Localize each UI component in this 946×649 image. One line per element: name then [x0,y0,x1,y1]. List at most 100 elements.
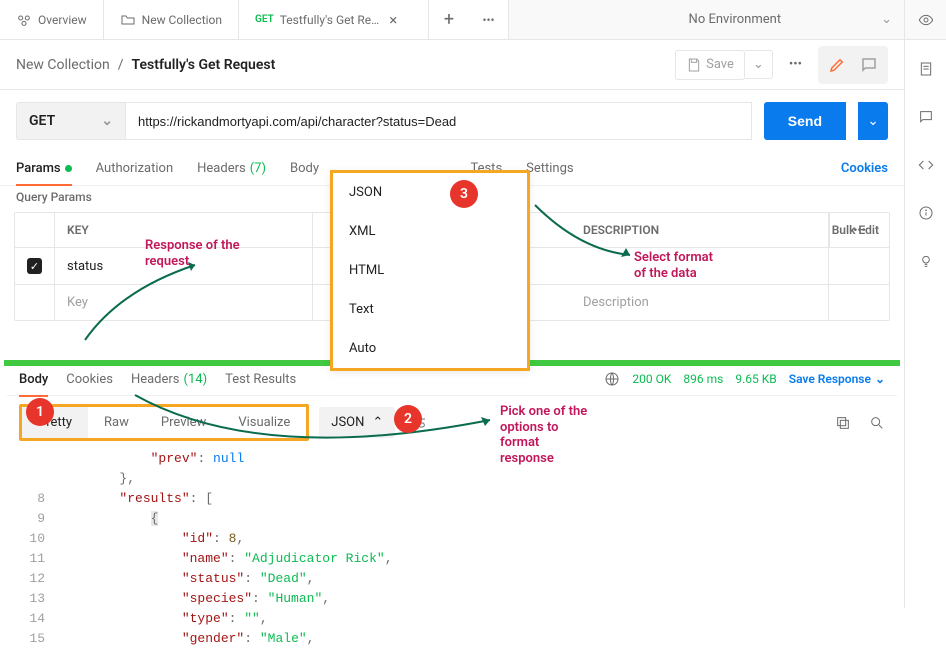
overview-icon [16,12,32,28]
tab-more-button[interactable]: ••• [469,0,509,39]
check-icon: ✓ [27,258,42,274]
pencil-icon [828,56,846,74]
dropdown-item-html[interactable]: HTML [333,251,527,290]
edit-button[interactable] [822,50,852,80]
copy-icon [835,415,851,431]
subtab-headers-label: Headers [197,161,246,176]
send-options-button[interactable]: ⌄ [858,102,888,140]
save-icon [686,57,702,73]
chevron-down-icon: ⌄ [881,12,892,27]
param-checkbox[interactable]: ✓ [15,248,55,284]
save-label: Save [706,57,734,72]
status-code: 200 OK [632,372,671,386]
format-select-label: JSON [331,415,364,430]
tab-active-title: Testfully's Get Re… [280,13,379,27]
breadcrumb: New Collection / Testfully's Get Request [16,57,275,73]
tab-new-collection-label: New Collection [142,13,222,27]
folder-icon [120,12,136,28]
environment-label: No Environment [689,12,782,27]
view-mode-visualize[interactable]: Visualize [222,407,306,438]
globe-icon[interactable] [604,371,620,387]
view-modes-group: Pretty Raw Preview Visualize [19,404,309,441]
annotation-response-text: Response of the request [145,238,240,269]
annotation-badge-2: 2 [394,405,422,433]
tab-new-button[interactable]: + [429,0,469,39]
breadcrumb-collection[interactable]: New Collection [16,57,110,73]
param-desc-placeholder[interactable]: Description [571,285,829,320]
format-dropdown: JSON XML HTML Text Auto [330,170,530,371]
tab-overview[interactable]: Overview [0,0,104,39]
bulb-icon[interactable] [917,252,935,270]
url-input[interactable] [126,102,752,140]
breadcrumb-sep: / [118,57,124,73]
info-icon[interactable] [917,204,935,222]
method-label: GET [29,113,55,129]
eye-icon [918,12,934,28]
tab-overview-label: Overview [38,13,87,27]
subtab-settings[interactable]: Settings [526,161,573,176]
head-checkbox [15,213,55,247]
format-select[interactable]: JSON ⌃ [319,407,395,438]
cookies-link[interactable]: Cookies [841,161,888,176]
doc-icon[interactable] [917,60,935,78]
search-icon [869,415,885,431]
code-icon[interactable] [917,156,935,174]
resp-tab-headers[interactable]: Headers (14) [131,372,207,387]
dropdown-item-auto[interactable]: Auto [333,329,527,368]
search-button[interactable] [869,415,885,431]
view-mode-raw[interactable]: Raw [88,407,145,438]
header-bar: New Collection / Testfully's Get Request… [0,40,904,90]
resp-tab-cookies[interactable]: Cookies [66,372,113,387]
activity-dot-icon [65,165,72,172]
dropdown-item-text[interactable]: Text [333,290,527,329]
resp-tab-tests[interactable]: Test Results [225,372,296,387]
send-button[interactable]: Send [764,102,846,140]
tab-active-request[interactable]: GET Testfully's Get Re… × [239,0,429,39]
top-tabs-bar: Overview New Collection GET Testfully's … [0,0,946,40]
comment-button[interactable] [854,50,884,80]
bulk-edit-button[interactable]: Bulk Edit [799,213,889,247]
copy-button[interactable] [835,415,851,431]
comment-icon[interactable] [917,108,935,126]
annotation-pick-option: Pick one of the options to format respon… [500,404,587,466]
dropdown-item-xml[interactable]: XML [333,212,527,251]
response-code[interactable]: "prev": null }, 8 "results": [ 9 { 10 "i… [7,449,897,649]
right-sidebar [904,40,946,608]
subtab-headers[interactable]: Headers (7) [197,161,266,176]
subtab-params-label: Params [16,161,61,176]
breadcrumb-request: Testfully's Get Request [132,57,276,73]
close-icon[interactable]: × [389,11,397,29]
save-options-button[interactable]: ⌄ [745,50,773,79]
url-row: GET ⌄ Send ⌄ [0,90,904,152]
status-time: 896 ms [683,372,723,386]
resp-tab-body[interactable]: Body [19,372,48,387]
resp-tab-headers-label: Headers [131,372,180,387]
save-response-button[interactable]: Save Response ⌄ [789,372,885,386]
chevron-down-icon: ⌄ [875,372,885,386]
comment-icon [860,56,878,74]
method-select[interactable]: GET ⌄ [16,102,126,140]
save-response-label: Save Response [789,372,871,386]
subtab-params[interactable]: Params [16,161,72,176]
header-actions: Save ⌄ ••• [675,46,888,84]
param-key-placeholder[interactable]: Key [55,285,313,320]
view-mode-preview[interactable]: Preview [145,407,222,438]
status-size: 9.65 KB [735,372,776,386]
chevron-up-icon: ⌃ [372,415,383,430]
chevron-down-icon: ⌄ [101,113,113,129]
format-bar: Pretty Raw Preview Visualize JSON ⌃ [7,396,897,449]
annotation-badge-1: 1 [26,398,54,426]
annotation-badge-3: 3 [450,180,478,208]
head-desc: DESCRIPTION [571,213,829,247]
subtab-body[interactable]: Body [290,161,319,176]
environment-select[interactable]: No Environment ⌄ [677,0,904,39]
annotation-select-format: Select format of the data [634,250,713,281]
tab-method-label: GET [255,14,274,25]
environment-preview-button[interactable] [904,0,946,39]
subtab-authorization[interactable]: Authorization [96,161,174,176]
tab-new-collection[interactable]: New Collection [104,0,239,39]
dropdown-item-json[interactable]: JSON [333,173,527,212]
save-button[interactable]: Save [675,50,745,80]
more-options-button[interactable]: ••• [781,51,810,78]
resp-tab-headers-count: (14) [184,372,208,387]
